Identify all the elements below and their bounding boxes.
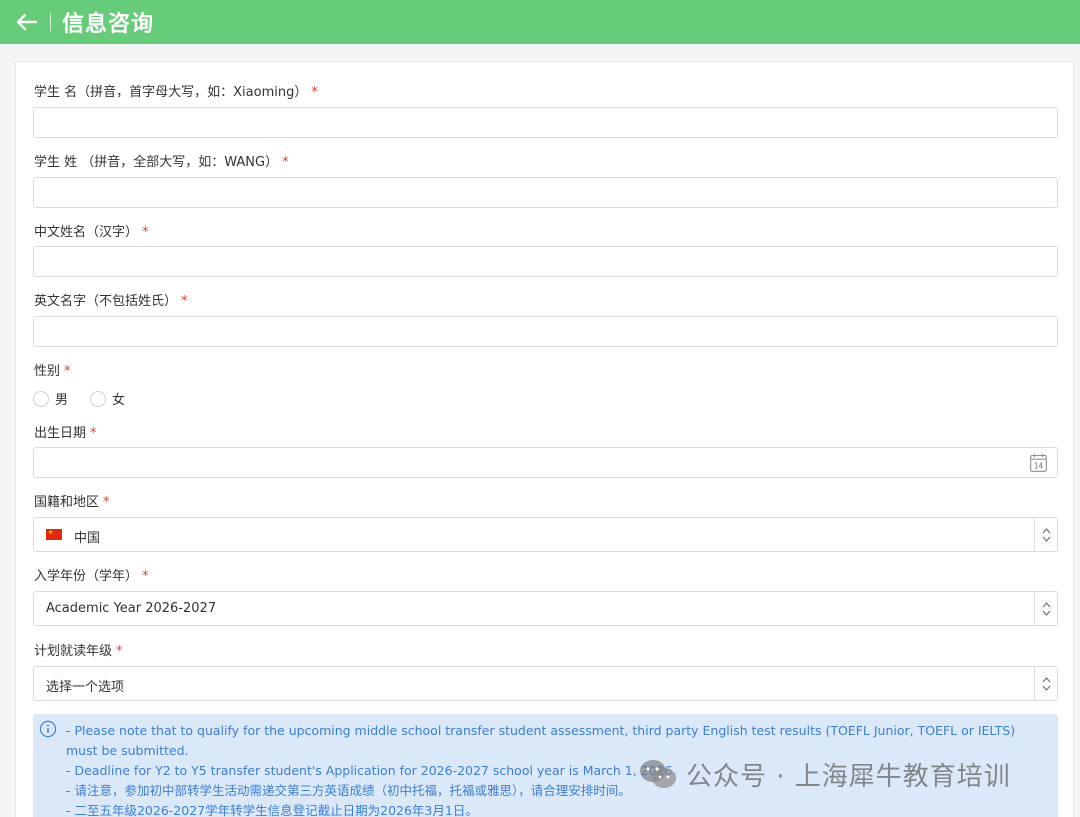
header-divider bbox=[50, 13, 51, 31]
english-name-label: 英文名字（不包括姓氏） * bbox=[34, 294, 188, 309]
svg-text:14: 14 bbox=[1034, 462, 1044, 471]
gender-option-male[interactable]: 男 bbox=[33, 389, 68, 408]
grade-label: 计划就读年级 * bbox=[34, 644, 123, 659]
entry-year-select[interactable]: Academic Year 2026-2027 bbox=[33, 591, 1058, 626]
radio-circle-icon[interactable] bbox=[33, 390, 49, 407]
select-arrows-icon[interactable] bbox=[1034, 518, 1057, 551]
gender-label: 性别 * bbox=[34, 364, 71, 379]
arrow-left-icon bbox=[16, 13, 37, 31]
back-button[interactable] bbox=[0, 0, 50, 44]
select-arrows-icon[interactable] bbox=[1034, 667, 1057, 700]
chinese-name-input[interactable] bbox=[33, 246, 1058, 277]
chinese-name-label: 中文姓名（汉字） * bbox=[34, 225, 149, 240]
form-card: 学生 名（拼音，首字母大写，如：Xiaoming） * 学生 姓 （拼音，全部大写… bbox=[15, 61, 1074, 817]
header-bar: 信息咨询 bbox=[0, 0, 1080, 44]
watermark: 公众号 · 上海犀牛教育培训 bbox=[638, 756, 1011, 793]
birth-date-input[interactable]: 14 bbox=[33, 447, 1058, 478]
english-name-input[interactable] bbox=[33, 316, 1058, 347]
nationality-label: 国籍和地区 * bbox=[34, 495, 110, 510]
grade-select[interactable]: 选择一个选项 bbox=[33, 666, 1058, 701]
entry-year-label: 入学年份（学年） * bbox=[34, 569, 149, 584]
last-name-label: 学生 姓 （拼音，全部大写，如：WANG） * bbox=[34, 155, 289, 170]
wechat-icon bbox=[640, 759, 676, 788]
notice-line: - 二至五年级2026-2027学年转学生信息登记截止日期为2026年3月1日。 bbox=[66, 803, 478, 817]
page-title: 信息咨询 bbox=[62, 12, 155, 37]
last-name-input[interactable] bbox=[33, 177, 1058, 208]
radio-circle-icon[interactable] bbox=[90, 390, 106, 407]
first-name-input[interactable] bbox=[33, 107, 1058, 138]
nationality-select[interactable]: ★ 中国 bbox=[33, 517, 1058, 552]
notice-line: - Please note that to qualify for the up… bbox=[66, 723, 1016, 758]
china-flag-icon: ★ bbox=[46, 529, 62, 540]
info-icon bbox=[39, 720, 57, 738]
gender-option-female[interactable]: 女 bbox=[90, 389, 125, 408]
birth-date-label: 出生日期 * bbox=[34, 426, 97, 441]
first-name-label: 学生 名（拼音，首字母大写，如：Xiaoming） * bbox=[34, 85, 318, 100]
calendar-icon[interactable]: 14 bbox=[1030, 453, 1047, 472]
select-arrows-icon[interactable] bbox=[1034, 592, 1057, 625]
